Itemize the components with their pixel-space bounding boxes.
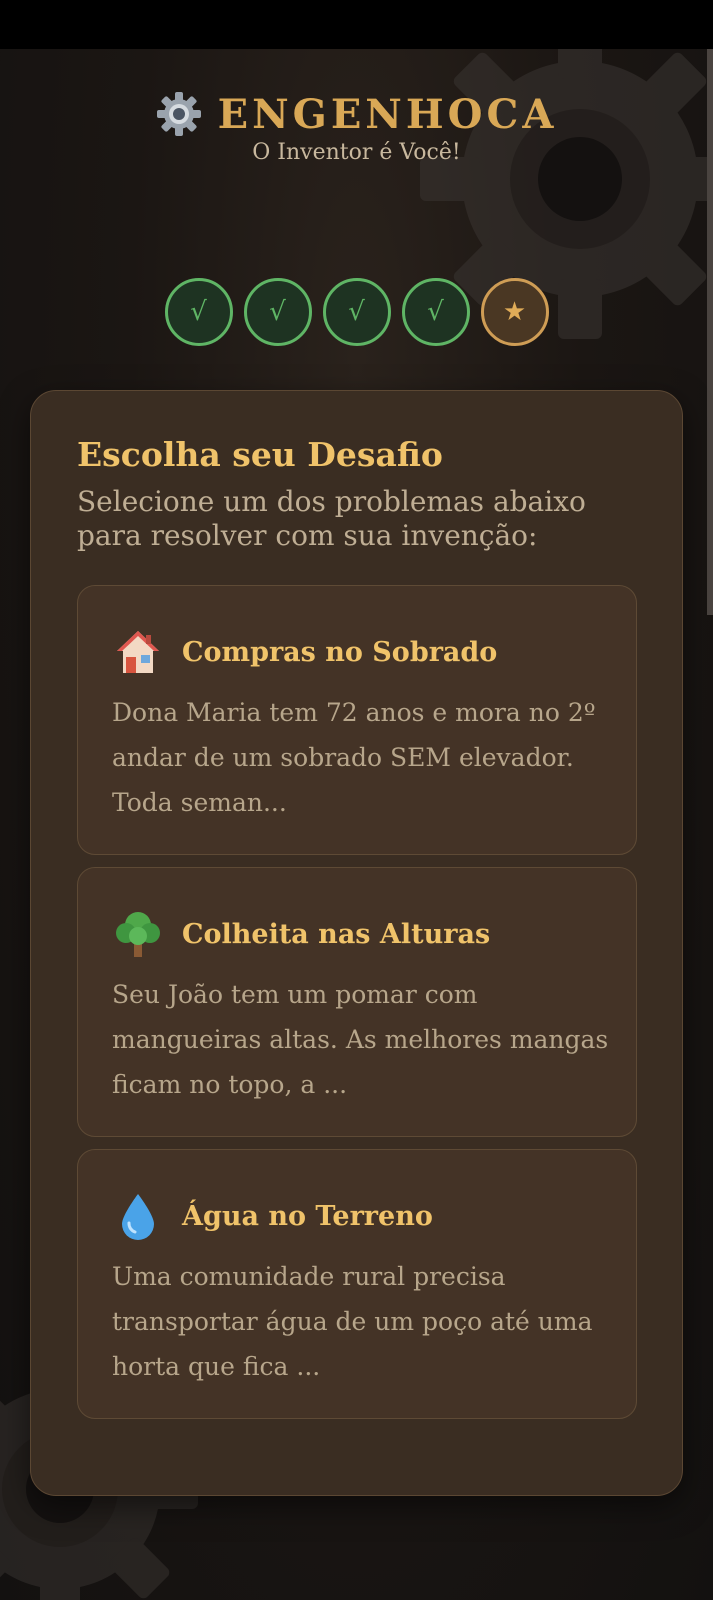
app-subtitle: O Inventor é Você! (252, 140, 461, 165)
challenge-description: Dona Maria tem 72 anos e mora no 2º anda… (112, 698, 596, 817)
status-bar (0, 0, 713, 49)
challenge-title: Água no Terreno (182, 1200, 433, 1232)
challenge-card-colheita[interactable]: Colheita nas Alturas Seu João tem um pom… (77, 867, 637, 1137)
tree-icon (112, 908, 164, 960)
challenge-card-agua[interactable]: Água no Terreno Uma comunidade rural pre… (77, 1149, 637, 1419)
challenge-panel: Escolha seu Desafio Selecione um dos pro… (30, 390, 683, 1496)
challenge-title: Compras no Sobrado (182, 636, 498, 668)
challenge-description: Seu João tem um pomar com mangueiras alt… (112, 980, 609, 1099)
progress-step-completed: √ (401, 278, 470, 346)
app-header: ENGENHOCA O Inventor é Você! (0, 90, 713, 165)
challenge-header: Água no Terreno (112, 1188, 433, 1244)
challenge-title: Colheita nas Alturas (182, 918, 491, 950)
challenge-description: Uma comunidade rural precisa transportar… (112, 1262, 593, 1381)
progress-step-current: ★ (480, 278, 549, 346)
house-icon (112, 626, 164, 678)
water-drop-icon (112, 1190, 164, 1242)
challenge-card-compras[interactable]: Compras no Sobrado Dona Maria tem 72 ano… (77, 585, 637, 855)
app-title: ENGENHOCA (217, 90, 558, 138)
challenge-header: Compras no Sobrado (112, 624, 497, 680)
progress-steps: √ √ √ √ ★ (0, 278, 713, 346)
page-title: Escolha seu Desafio (77, 435, 443, 474)
challenge-header: Colheita nas Alturas (112, 906, 490, 962)
gear-icon (156, 92, 201, 136)
progress-step-completed: √ (243, 278, 312, 346)
progress-step-completed: √ (164, 278, 233, 346)
progress-step-completed: √ (322, 278, 391, 346)
title-row: ENGENHOCA (0, 90, 713, 138)
panel-description: Selecione um dos problemas abaixo para r… (77, 485, 586, 552)
